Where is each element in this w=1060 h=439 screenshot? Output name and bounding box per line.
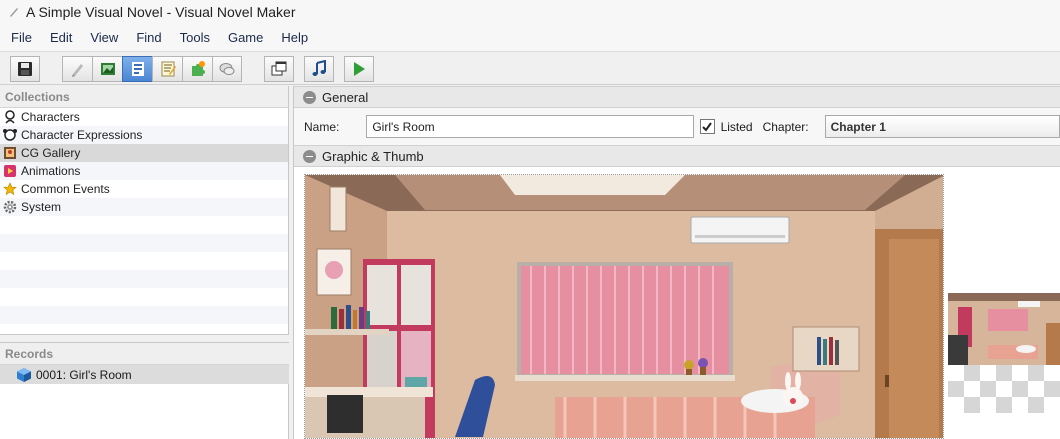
collections-header: Collections: [0, 86, 288, 108]
checkmark-icon: [702, 121, 713, 132]
chapter-label: Chapter:: [762, 119, 809, 134]
graphics-button[interactable]: [92, 55, 122, 82]
general-form-row: Name: Listed Chapter: Chapter 1: [294, 108, 1060, 145]
records-header: Records: [0, 343, 289, 365]
animation-icon: [2, 163, 18, 179]
menu-view[interactable]: View: [90, 30, 118, 45]
collapse-icon: [303, 149, 316, 163]
section-title: Graphic & Thumb: [322, 148, 424, 164]
chapter-select[interactable]: Chapter 1: [824, 115, 1060, 138]
collection-label: System: [21, 200, 62, 214]
music-icon: [312, 59, 326, 76]
bedroom-image: [305, 175, 943, 438]
left-panel: Collections Characters Character Express…: [0, 86, 289, 439]
gallery-icon: [2, 145, 18, 161]
music-button[interactable]: [304, 55, 334, 82]
records-panel: Records 0001: Girl's Room: [0, 343, 289, 384]
graphic-area: [294, 168, 1060, 439]
transparency-checker: [948, 365, 1060, 413]
cg-image-preview[interactable]: [304, 174, 944, 439]
menu-game[interactable]: Game: [228, 30, 263, 45]
listed-checkbox[interactable]: [699, 119, 715, 134]
pencil-icon: [71, 63, 83, 77]
collections-list: Characters Character Expressions CG Gall…: [0, 108, 288, 334]
record-item[interactable]: 0001: Girl's Room: [0, 365, 289, 384]
puzzle-icon: [191, 60, 205, 76]
name-input[interactable]: [366, 115, 694, 138]
image-icon: [100, 62, 115, 75]
dialog-button[interactable]: [212, 55, 242, 82]
collection-label: Common Events: [21, 182, 110, 196]
save-icon: [18, 61, 32, 76]
toolbar: [0, 53, 1060, 85]
database-button[interactable]: [122, 55, 152, 82]
editor-panel: General Name: Listed Chapter: Chapter 1 …: [293, 86, 1060, 439]
expression-icon: [2, 127, 18, 143]
collapse-icon: [303, 90, 316, 104]
listed-label: Listed: [720, 119, 753, 134]
section-title: General: [322, 89, 369, 105]
record-label: 0001: Girl's Room: [36, 367, 132, 382]
collection-item-characters[interactable]: Characters: [0, 108, 288, 126]
collection-item-common-events[interactable]: Common Events: [0, 180, 288, 198]
menu-file[interactable]: File: [11, 30, 32, 45]
menu-help[interactable]: Help: [281, 30, 308, 45]
menu-bar: File Edit View Find Tools Game Help: [0, 24, 1060, 52]
collection-label: Characters: [21, 110, 80, 124]
menu-find[interactable]: Find: [136, 30, 161, 45]
star-icon: [2, 181, 18, 197]
save-button[interactable]: [10, 55, 40, 82]
speech-bubble-icon: [219, 62, 235, 75]
app-icon: [6, 4, 22, 20]
database-icon: [131, 61, 144, 76]
panel-splitter[interactable]: [0, 334, 289, 343]
name-label: Name:: [304, 119, 340, 134]
menu-edit[interactable]: Edit: [50, 30, 72, 45]
thumbnail-preview[interactable]: [948, 293, 1060, 413]
collection-label: Character Expressions: [21, 128, 143, 142]
collection-item-cg-gallery[interactable]: CG Gallery: [0, 144, 288, 162]
windows-icon: [271, 61, 287, 75]
collection-label: Animations: [21, 164, 81, 178]
play-button[interactable]: [344, 55, 374, 82]
general-section-header[interactable]: General: [294, 86, 1060, 108]
script-icon: [161, 61, 176, 76]
collection-item-system[interactable]: System: [0, 198, 288, 216]
plugins-button[interactable]: [182, 55, 212, 82]
play-icon: [354, 61, 365, 76]
title-bar: A Simple Visual Novel - Visual Novel Mak…: [0, 0, 1060, 24]
thumbnail-image: [948, 293, 1060, 365]
collection-item-character-expressions[interactable]: Character Expressions: [0, 126, 288, 144]
graphic-section-header[interactable]: Graphic & Thumb: [294, 145, 1060, 167]
collection-label: CG Gallery: [21, 146, 81, 160]
menu-tools[interactable]: Tools: [180, 30, 210, 45]
gear-icon: [2, 199, 18, 215]
character-icon: [2, 109, 18, 125]
edit-mode-button[interactable]: [62, 55, 92, 82]
collection-item-animations[interactable]: Animations: [0, 162, 288, 180]
windows-button[interactable]: [264, 55, 294, 82]
cube-icon: [16, 367, 32, 383]
window-title: A Simple Visual Novel - Visual Novel Mak…: [26, 4, 296, 20]
scripts-button[interactable]: [152, 55, 182, 82]
